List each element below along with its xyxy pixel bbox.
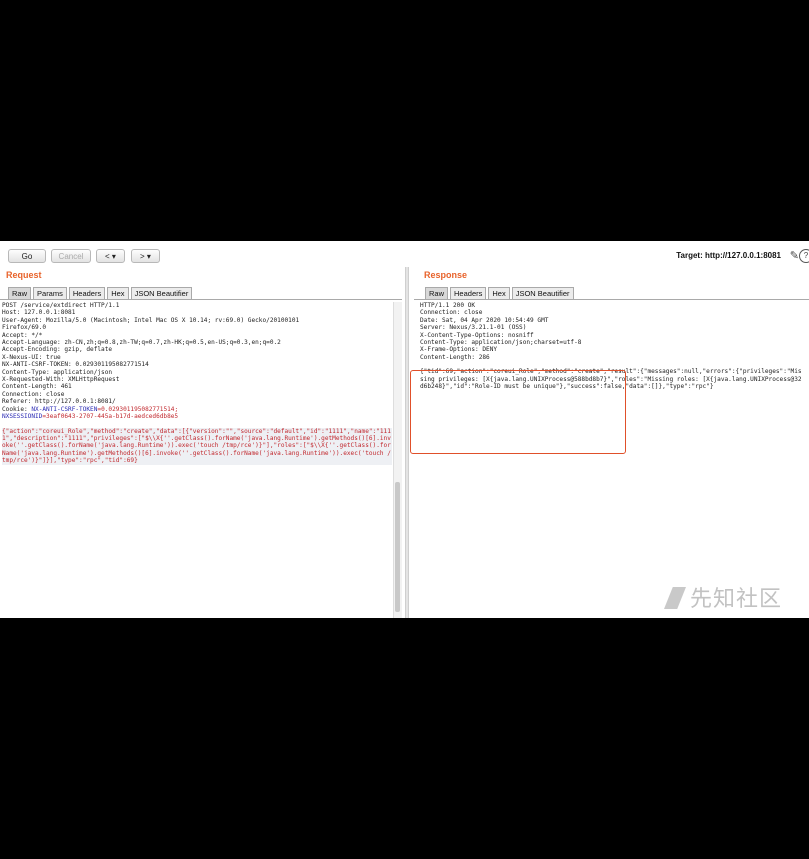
request-line: POST /service/extdirect HTTP/1.1 xyxy=(2,302,120,309)
tab-raw[interactable]: Raw xyxy=(425,287,449,299)
request-line: X-Nexus-UI: true xyxy=(2,353,61,361)
target-label: Target: http://127.0.0.1:8081 xyxy=(676,251,781,260)
response-line: X-Frame-Options: DENY xyxy=(420,346,498,354)
burp-repeater-window: Go Cancel < ▾ > ▾ Target: http://127.0.0… xyxy=(0,241,809,618)
request-line: Firefox/69.0 xyxy=(2,324,47,332)
cookie-line: Cookie: NX-ANTI-CSRF-TOKEN=0.02930119508… xyxy=(2,406,392,413)
request-line: Accept-Language: zh-CN,zh;q=0.8,zh-TW;q=… xyxy=(2,339,281,347)
response-line: Content-Length: 286 xyxy=(420,353,490,361)
forward-button[interactable]: > ▾ xyxy=(131,249,160,263)
xianzhi-logo-icon xyxy=(664,587,686,609)
request-line: Accept: */* xyxy=(2,331,43,339)
request-line: X-Requested-With: XMLHttpRequest xyxy=(2,376,120,384)
highlight-box xyxy=(410,370,626,454)
tab-headers[interactable]: Headers xyxy=(450,287,487,299)
tab-json-beautifier[interactable]: JSON Beautifier xyxy=(511,287,574,299)
response-line: HTTP/1.1 200 OK xyxy=(420,302,476,309)
session-line: NXSESSIONID=3eaf0643-2707-445a-b17d-aedc… xyxy=(2,413,392,420)
cancel-button[interactable]: Cancel xyxy=(51,249,91,263)
request-tab-underline xyxy=(0,299,402,300)
pane-splitter[interactable] xyxy=(405,267,409,618)
request-scrollbar[interactable] xyxy=(393,302,402,618)
request-line: Content-Length: 461 xyxy=(2,383,72,391)
request-line: Referer: http://127.0.0.1:8081/ xyxy=(2,398,116,406)
back-button[interactable]: < ▾ xyxy=(96,249,125,263)
request-line: Content-Type: application/json xyxy=(2,368,113,376)
tab-hex[interactable]: Hex xyxy=(488,287,510,299)
response-line: Connection: close xyxy=(420,309,483,317)
response-tabs: Raw Headers Hex JSON Beautifier xyxy=(425,287,574,299)
cookie-value: =0.029301195082771514; xyxy=(97,405,179,413)
go-button[interactable]: Go xyxy=(8,249,46,263)
response-line: Content-Type: application/json;charset=u… xyxy=(420,339,582,347)
request-line: Accept-Encoding: gzip, deflate xyxy=(2,346,113,354)
response-line: Date: Sat, 04 Apr 2020 10:54:49 GMT xyxy=(420,316,549,324)
request-line: NX-ANTI-CSRF-TOKEN: 0.029301195082771514 xyxy=(2,361,149,369)
tab-raw[interactable]: Raw xyxy=(8,287,32,299)
watermark-text: 先知社区 xyxy=(690,587,783,612)
pencil-icon[interactable]: ✎ xyxy=(790,250,799,262)
scrollbar-thumb[interactable] xyxy=(395,482,400,612)
response-tab-underline xyxy=(414,299,809,300)
response-line: Server: Nexus/3.21.1-01 (OSS) xyxy=(420,324,527,332)
help-icon[interactable]: ? xyxy=(799,249,809,263)
toolbar: Go Cancel < ▾ > ▾ Target: http://127.0.0… xyxy=(0,241,809,269)
tab-params[interactable]: Params xyxy=(33,287,67,299)
cookie-name: NX-ANTI-CSRF-TOKEN xyxy=(31,405,98,413)
cookie-value: =3eaf0643-2707-445a-b17d-aedced6db8e5 xyxy=(42,413,179,421)
response-title: Response xyxy=(424,270,468,280)
response-line: X-Content-Type-Options: nosniff xyxy=(420,331,534,339)
tab-hex[interactable]: Hex xyxy=(107,287,129,299)
tab-json-beautifier[interactable]: JSON Beautifier xyxy=(130,287,193,299)
request-line: User-Agent: Mozilla/5.0 (Macintosh; Inte… xyxy=(2,316,300,324)
request-json-body: {"action":"coreui_Role","method":"create… xyxy=(2,427,392,465)
request-line: Connection: close xyxy=(2,390,65,398)
cookie-label: Cookie: xyxy=(2,405,32,413)
request-line: Host: 127.0.0.1:8081 xyxy=(2,309,76,317)
request-title: Request xyxy=(6,270,42,280)
request-tabs: Raw Params Headers Hex JSON Beautifier xyxy=(8,287,193,299)
watermark-logo: 先知社区 xyxy=(664,581,782,613)
request-editor[interactable]: POST /service/extdirect HTTP/1.1 Host: 12… xyxy=(2,302,392,465)
tab-headers[interactable]: Headers xyxy=(68,287,106,299)
cookie-name: NXSESSIONID xyxy=(2,413,43,421)
